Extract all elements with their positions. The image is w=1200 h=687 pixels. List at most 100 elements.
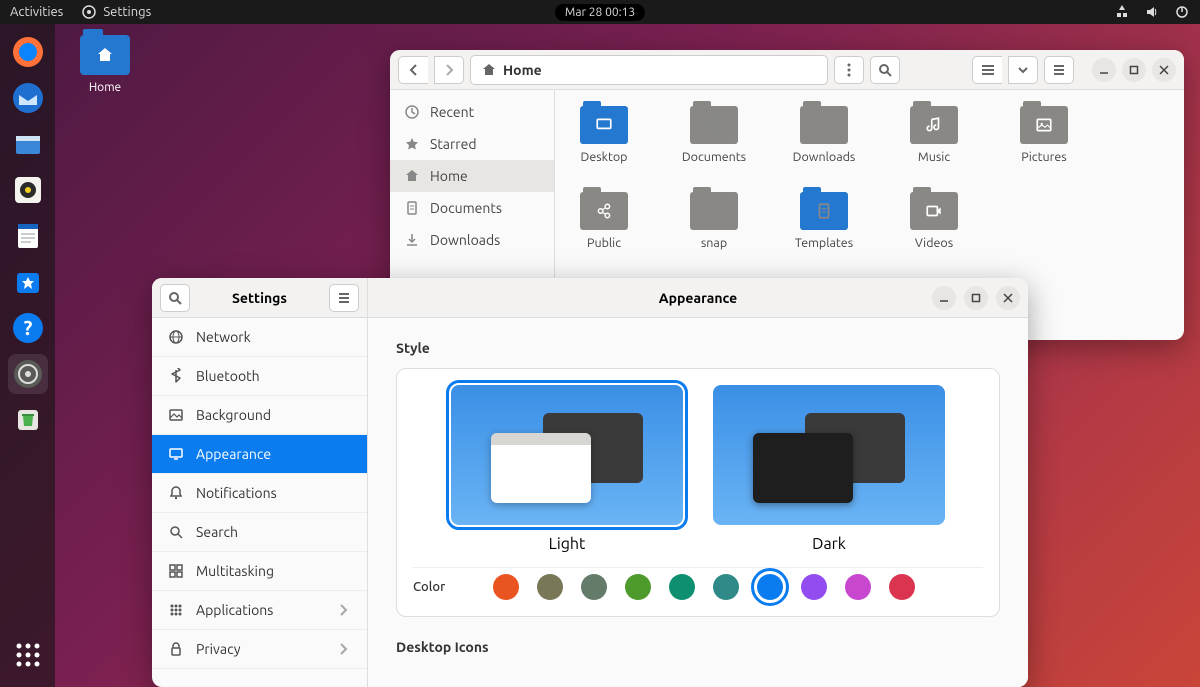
view-dropdown-button[interactable] xyxy=(1008,56,1038,84)
dock-software[interactable] xyxy=(8,262,48,302)
color-swatch[interactable] xyxy=(713,574,739,600)
color-swatch[interactable] xyxy=(757,574,783,600)
network-icon[interactable] xyxy=(1114,4,1130,20)
style-option-label: Light xyxy=(451,535,683,553)
color-swatch[interactable] xyxy=(889,574,915,600)
dock-thunderbird[interactable] xyxy=(8,78,48,118)
view-list-button[interactable] xyxy=(972,56,1002,84)
search-button[interactable] xyxy=(870,56,900,84)
folder-label: Documents xyxy=(682,150,746,164)
svg-text:?: ? xyxy=(23,316,32,339)
desktop-home-icon[interactable]: Home xyxy=(70,35,140,94)
sidebar-item-label: Home xyxy=(430,168,468,184)
settings-sidebar-item-bluetooth[interactable]: Bluetooth xyxy=(152,357,367,396)
chevron-right-icon xyxy=(335,602,351,618)
color-swatch[interactable] xyxy=(625,574,651,600)
settings-sidebar-item-privacy[interactable]: Privacy xyxy=(152,630,367,669)
clock[interactable]: Mar 28 00:13 xyxy=(555,4,645,21)
files-menu-button[interactable] xyxy=(834,56,864,84)
dock-trash[interactable] xyxy=(8,400,48,440)
settings-content: Style LightDark Color Desktop Icons xyxy=(368,318,1028,687)
dock-settings[interactable] xyxy=(8,354,48,394)
folder-item[interactable]: Desktop xyxy=(569,106,639,164)
volume-icon[interactable] xyxy=(1144,4,1160,20)
star-icon xyxy=(404,136,420,152)
dock-firefox[interactable] xyxy=(8,32,48,72)
color-swatch[interactable] xyxy=(845,574,871,600)
minimize-button[interactable] xyxy=(1092,58,1116,82)
sidebar-item-label: Appearance xyxy=(196,446,271,462)
monitor-icon xyxy=(595,116,613,134)
dock-rhythmbox[interactable] xyxy=(8,170,48,210)
gear-icon xyxy=(81,4,97,20)
maximize-button[interactable] xyxy=(1122,58,1146,82)
settings-search-button[interactable] xyxy=(160,284,190,312)
settings-sidebar-item-notifications[interactable]: Notifications xyxy=(152,474,367,513)
top-panel: Activities Settings Mar 28 00:13 xyxy=(0,0,1200,24)
close-button[interactable] xyxy=(996,286,1020,310)
color-label: Color xyxy=(413,580,445,594)
style-option-light[interactable]: Light xyxy=(451,385,683,553)
settings-sidebar-item-network[interactable]: Network xyxy=(152,318,367,357)
doc-icon xyxy=(705,116,723,134)
folder-item[interactable]: Documents xyxy=(679,106,749,164)
sidebar-item-label: Privacy xyxy=(196,641,240,657)
folder-item[interactable]: Music xyxy=(899,106,969,164)
files-sidebar-item[interactable]: Home xyxy=(390,160,554,192)
home-icon xyxy=(404,168,420,184)
files-headerbar: Home xyxy=(390,50,1184,90)
dock-files[interactable] xyxy=(8,124,48,164)
maximize-button[interactable] xyxy=(964,286,988,310)
folder-item[interactable]: Videos xyxy=(899,192,969,250)
settings-sidebar-item-multitasking[interactable]: Multitasking xyxy=(152,552,367,591)
dock-help[interactable]: ? xyxy=(8,308,48,348)
active-app-indicator[interactable]: Settings xyxy=(81,4,151,20)
nav-forward-button[interactable] xyxy=(434,56,464,84)
sidebar-item-label: Bluetooth xyxy=(196,368,260,384)
settings-menu-button[interactable] xyxy=(329,284,359,312)
close-button[interactable] xyxy=(1152,58,1176,82)
folder-label: Downloads xyxy=(793,150,856,164)
hamburger-menu-button[interactable] xyxy=(1044,56,1074,84)
screen-icon xyxy=(168,446,184,462)
nav-back-button[interactable] xyxy=(398,56,428,84)
multi-icon xyxy=(168,563,184,579)
color-swatch[interactable] xyxy=(537,574,563,600)
chevron-right-icon xyxy=(335,641,351,657)
style-option-dark[interactable]: Dark xyxy=(713,385,945,553)
clock-icon xyxy=(404,104,420,120)
sidebar-item-label: Notifications xyxy=(196,485,277,501)
color-swatch[interactable] xyxy=(801,574,827,600)
settings-sidebar-item-search[interactable]: Search xyxy=(152,513,367,552)
power-icon[interactable] xyxy=(1174,4,1190,20)
sidebar-item-label: Documents xyxy=(430,200,502,216)
folder-item[interactable]: Templates xyxy=(789,192,859,250)
settings-headerbar: Settings Appearance xyxy=(152,278,1028,318)
bt-icon xyxy=(168,368,184,384)
files-sidebar-item[interactable]: Recent xyxy=(390,96,554,128)
settings-sidebar-item-applications[interactable]: Applications xyxy=(152,591,367,630)
folder-item[interactable]: Downloads xyxy=(789,106,859,164)
settings-sidebar-item-background[interactable]: Background xyxy=(152,396,367,435)
lock-icon xyxy=(168,641,184,657)
style-option-label: Dark xyxy=(713,535,945,553)
bg-icon xyxy=(168,407,184,423)
files-sidebar-item[interactable]: Starred xyxy=(390,128,554,160)
activities-button[interactable]: Activities xyxy=(10,5,63,19)
music-icon xyxy=(925,116,943,134)
files-sidebar-item[interactable]: Documents xyxy=(390,192,554,224)
image-icon xyxy=(1035,116,1053,134)
path-bar[interactable]: Home xyxy=(470,55,828,85)
folder-item[interactable]: Public xyxy=(569,192,639,250)
settings-sidebar-item-appearance[interactable]: Appearance xyxy=(152,435,367,474)
color-swatch[interactable] xyxy=(581,574,607,600)
show-applications[interactable] xyxy=(8,635,48,675)
minimize-button[interactable] xyxy=(932,286,956,310)
color-swatch[interactable] xyxy=(669,574,695,600)
share-icon xyxy=(595,202,613,220)
color-swatch[interactable] xyxy=(493,574,519,600)
files-sidebar-item[interactable]: Downloads xyxy=(390,224,554,256)
dock-writer[interactable] xyxy=(8,216,48,256)
folder-item[interactable]: Pictures xyxy=(1009,106,1079,164)
folder-item[interactable]: snap xyxy=(679,192,749,250)
